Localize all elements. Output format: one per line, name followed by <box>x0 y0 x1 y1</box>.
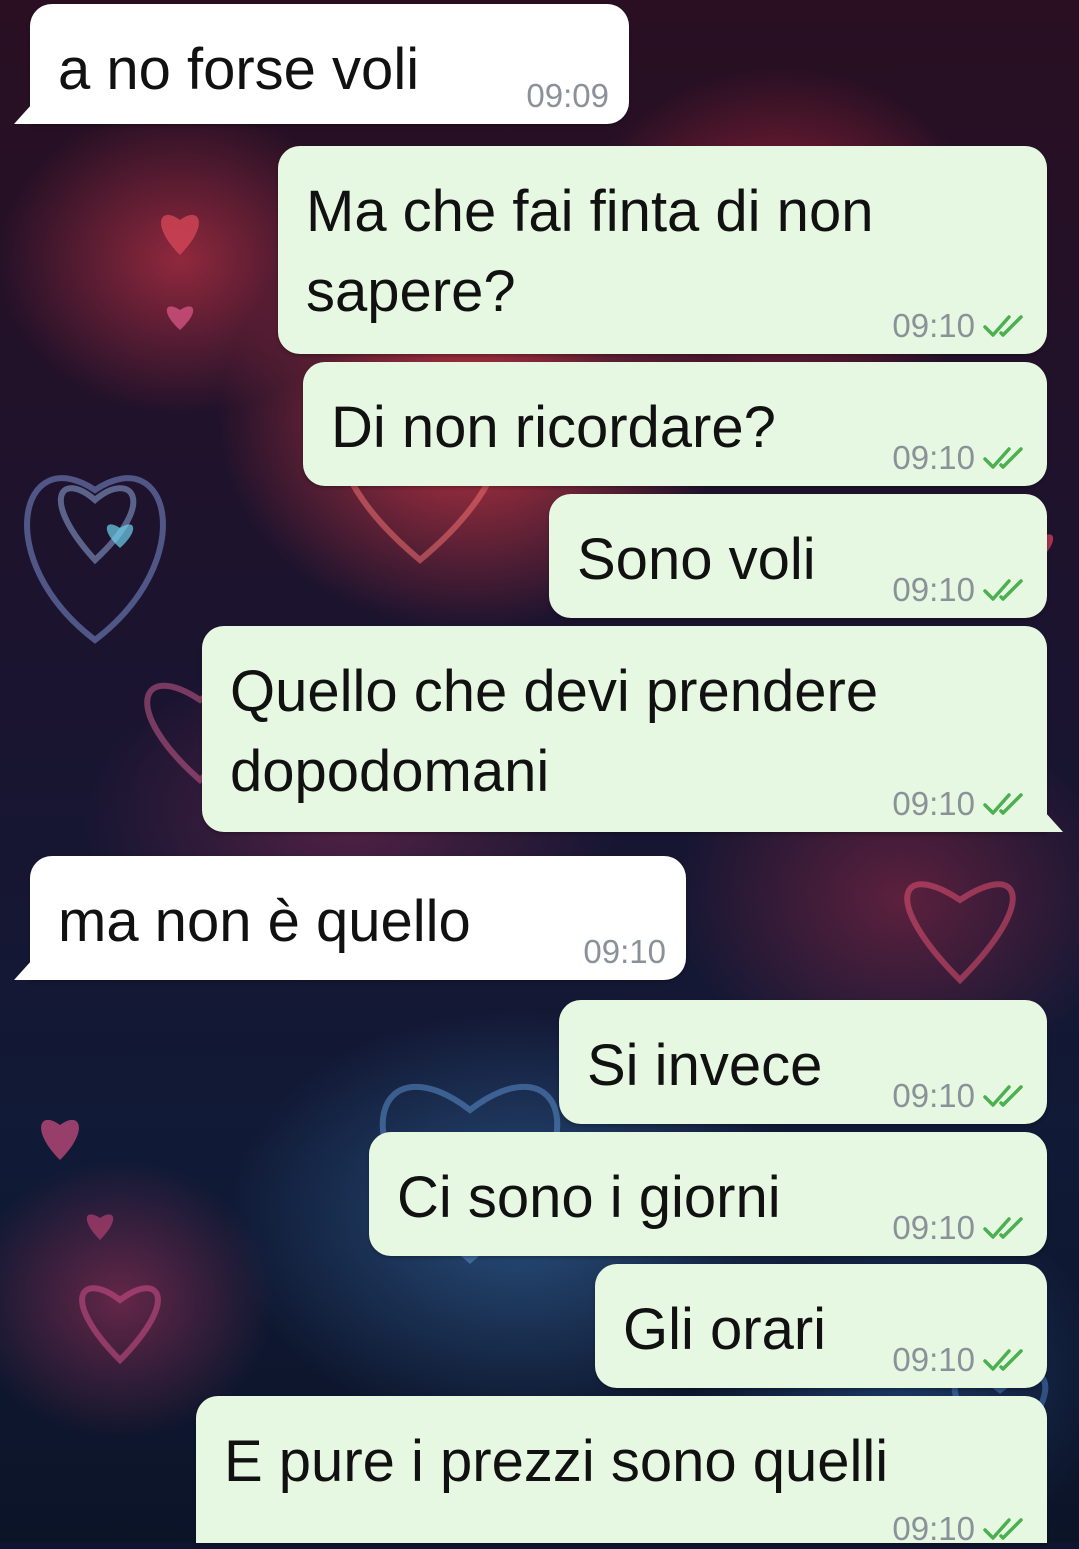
message-time: 09:09 <box>526 77 609 114</box>
message-bubble-outgoing[interactable]: Ci sono i giorni 09:10 <box>369 1132 1047 1256</box>
double-check-icon <box>983 447 1023 469</box>
chat-message-list[interactable]: a no forse voli 09:09 Ma che fai finta d… <box>0 0 1079 1547</box>
message-bubble-incoming[interactable]: a no forse voli 09:09 <box>14 4 629 124</box>
message-meta: 09:10 <box>892 784 1029 824</box>
message-time: 09:10 <box>892 571 975 608</box>
message-bubble-outgoing[interactable]: Si invece 09:10 <box>559 1000 1047 1124</box>
message-bubble-outgoing[interactable]: Sono voli 09:10 <box>549 494 1047 618</box>
message-text: ma non è quello <box>58 889 471 954</box>
message-meta: 09:10 <box>892 306 1029 346</box>
message-time: 09:10 <box>583 933 666 970</box>
message-time: 09:10 <box>892 439 975 476</box>
message-bubble-outgoing[interactable]: Di non ricordare? 09:10 <box>303 362 1047 486</box>
message-text: a no forse voli <box>58 37 420 102</box>
message-meta: 09:10 <box>892 1509 1029 1549</box>
message-meta: 09:10 <box>892 1076 1029 1116</box>
message-meta: 09:10 <box>892 1340 1029 1380</box>
double-check-icon <box>983 1085 1023 1107</box>
double-check-icon <box>983 1349 1023 1371</box>
double-check-icon <box>983 315 1023 337</box>
message-time: 09:10 <box>892 1341 975 1378</box>
message-time: 09:10 <box>892 307 975 344</box>
message-time: 09:10 <box>892 1209 975 1246</box>
double-check-icon <box>983 579 1023 601</box>
message-bubble-outgoing[interactable]: E pure i prezzi sono quelli 09:10 <box>196 1396 1047 1547</box>
message-bubble-outgoing[interactable]: Gli orari 09:10 <box>595 1264 1047 1388</box>
message-time: 09:10 <box>892 1510 975 1547</box>
double-check-icon <box>983 793 1023 815</box>
message-meta: 09:10 <box>583 932 666 972</box>
message-bubble-outgoing[interactable]: Quello che devi prendere dopodomani 09:1… <box>202 626 1063 832</box>
message-meta: 09:09 <box>526 76 609 116</box>
double-check-icon <box>983 1518 1023 1540</box>
message-time: 09:10 <box>892 785 975 822</box>
message-bubble-outgoing[interactable]: Ma che fai finta di non sapere? 09:10 <box>278 146 1047 354</box>
message-text: E pure i prezzi sono quelli <box>224 1429 889 1494</box>
message-bubble-incoming[interactable]: ma non è quello 09:10 <box>14 856 686 980</box>
message-time: 09:10 <box>892 1077 975 1114</box>
message-meta: 09:10 <box>892 570 1029 610</box>
double-check-icon <box>983 1217 1023 1239</box>
message-meta: 09:10 <box>892 1208 1029 1248</box>
message-meta: 09:10 <box>892 438 1029 478</box>
